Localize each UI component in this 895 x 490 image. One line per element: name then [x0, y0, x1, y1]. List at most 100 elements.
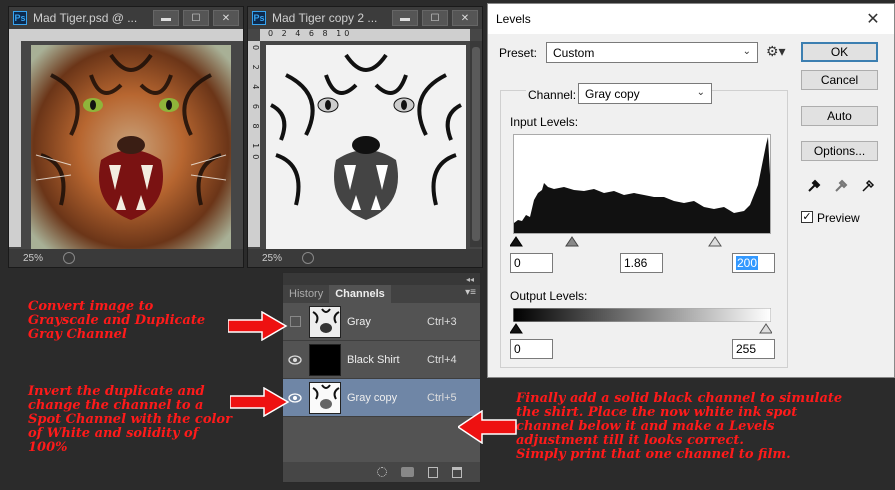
levels-dialog[interactable]: Levels ✕ Preset: Custom ⌄ ⚙▾ OK Cancel A… — [487, 3, 895, 378]
new-channel-icon[interactable] — [428, 466, 438, 478]
dialog-title: Levels — [496, 12, 531, 26]
histogram-area — [514, 137, 770, 233]
arrow-icon — [230, 387, 290, 417]
chevron-down-icon: ⌄ — [742, 46, 751, 57]
channel-thumbnail — [309, 305, 341, 338]
channel-select[interactable]: Gray copy ⌄ — [578, 83, 712, 104]
arrow-icon — [228, 311, 288, 341]
preset-value: Custom — [553, 45, 595, 60]
horizontal-ruler — [9, 29, 243, 41]
preview-label: Preview — [817, 211, 860, 225]
preset-label: Preset: — [499, 46, 538, 60]
collapse-icon[interactable]: ◂◂ — [466, 275, 474, 284]
input-black-field[interactable]: 0 — [510, 253, 553, 273]
tiger-grayscale-image — [266, 45, 466, 250]
histogram — [513, 134, 771, 234]
panel-footer — [283, 462, 480, 482]
vertical-ruler — [9, 41, 21, 247]
channel-label: Channel: — [526, 88, 579, 102]
doc-title: Mad Tiger.psd @ ... — [33, 11, 138, 25]
channel-value: Gray copy — [585, 86, 640, 101]
zoom-level[interactable]: 25% — [262, 253, 282, 264]
channel-row-black-shirt[interactable]: Black Shirt Ctrl+4 — [283, 341, 480, 379]
eyedropper-gray-icon[interactable] — [833, 178, 849, 194]
channel-name: Gray copy — [347, 391, 398, 404]
ok-button[interactable]: OK — [801, 42, 878, 62]
empty-checkbox-icon — [289, 316, 301, 327]
visibility-toggle[interactable] — [285, 350, 305, 370]
auto-button[interactable]: Auto — [801, 106, 878, 126]
annotation-step3: Finally add a solid black channel to sim… — [516, 391, 843, 462]
output-slider-track[interactable] — [510, 322, 772, 334]
panel-tabs: History Channels ▾≡ — [283, 285, 480, 303]
chevron-down-icon: ⌄ — [696, 87, 705, 98]
input-levels-label: Input Levels: — [510, 115, 579, 129]
input-black-slider — [510, 236, 523, 247]
vertical-ruler: 0 2 4 6 8 10 — [248, 41, 260, 247]
save-selection-icon[interactable] — [401, 467, 414, 477]
minimize-button[interactable]: ▬ — [392, 10, 418, 26]
tiger-color-image — [31, 45, 231, 250]
eye-icon — [288, 354, 302, 365]
input-gamma-slider — [565, 236, 579, 247]
input-gamma-field[interactable]: 1.86 — [620, 253, 663, 273]
output-white-field[interactable]: 255 — [732, 339, 775, 359]
doc-titlebar[interactable]: Ps Mad Tiger.psd @ ... ▬ ☐ ✕ — [9, 7, 243, 29]
channel-thumbnail — [309, 381, 341, 414]
preview-checkbox[interactable]: ✓ — [801, 211, 813, 223]
input-white-value: 200 — [736, 256, 759, 270]
input-white-slider — [708, 236, 722, 247]
preset-options-gear-icon[interactable]: ⚙▾ — [766, 43, 786, 60]
panel-menu-icon[interactable]: ▾≡ — [465, 287, 476, 298]
doc-titlebar[interactable]: Ps Mad Tiger copy 2 ... ▬ ☐ ✕ — [248, 7, 482, 29]
output-levels-label: Output Levels: — [510, 289, 588, 303]
trash-icon[interactable] — [452, 466, 462, 478]
maximize-button[interactable]: ☐ — [422, 10, 448, 26]
channels-panel[interactable]: ◂◂ History Channels ▾≡ Gray Ctrl+3 Black… — [282, 272, 481, 483]
annotation-step1: Convert image to Grayscale and Duplicate… — [28, 299, 206, 342]
arrow-icon — [458, 410, 517, 444]
output-gradient — [513, 308, 771, 322]
status-info-icon[interactable] — [302, 252, 315, 264]
minimize-button[interactable]: ▬ — [153, 10, 179, 26]
channel-name: Gray — [347, 315, 371, 328]
doc-title: Mad Tiger copy 2 ... — [272, 11, 378, 25]
options-button[interactable]: Options... — [801, 141, 878, 161]
cancel-button[interactable]: Cancel — [801, 70, 878, 90]
vertical-scrollbar[interactable] — [470, 41, 482, 247]
photoshop-icon: Ps — [252, 11, 266, 25]
status-bar: 25% — [248, 249, 482, 267]
channel-shortcut: Ctrl+3 — [427, 315, 457, 328]
preset-select[interactable]: Custom ⌄ — [546, 42, 758, 63]
input-slider-track[interactable] — [510, 235, 768, 247]
horizontal-ruler: 0 2 4 6 8 10 — [260, 29, 470, 41]
status-info-icon[interactable] — [63, 252, 76, 264]
tab-history[interactable]: History — [283, 285, 329, 303]
document-window-color[interactable]: Ps Mad Tiger.psd @ ... ▬ ☐ ✕ 25% — [8, 6, 244, 268]
annotation-step2: Invert the duplicate and change the chan… — [28, 384, 232, 455]
channel-shortcut: Ctrl+5 — [427, 391, 457, 404]
maximize-button[interactable]: ☐ — [183, 10, 209, 26]
zoom-level[interactable]: 25% — [23, 253, 43, 264]
photoshop-icon: Ps — [13, 11, 27, 25]
input-white-field[interactable]: 200 — [732, 253, 775, 273]
visibility-toggle[interactable] — [285, 312, 305, 332]
panel-header-strip: ◂◂ — [283, 273, 480, 285]
channel-thumbnail — [309, 343, 341, 376]
close-button[interactable]: ✕ — [213, 10, 239, 26]
dialog-titlebar[interactable]: Levels ✕ — [488, 4, 894, 34]
output-white-slider — [759, 323, 772, 334]
eyedropper-black-icon[interactable] — [806, 178, 822, 194]
load-selection-icon[interactable] — [377, 467, 387, 477]
channel-name: Black Shirt — [347, 353, 400, 366]
channel-row-gray-copy[interactable]: Gray copy Ctrl+5 — [283, 379, 480, 417]
tab-channels[interactable]: Channels — [329, 285, 391, 303]
close-button[interactable]: ✕ — [452, 10, 478, 26]
output-black-slider — [510, 323, 523, 334]
eyedropper-white-icon[interactable] — [860, 178, 876, 194]
channel-row-gray[interactable]: Gray Ctrl+3 — [283, 303, 480, 341]
document-window-gray[interactable]: Ps Mad Tiger copy 2 ... ▬ ☐ ✕ 0 2 4 6 8 … — [247, 6, 483, 268]
close-button[interactable]: ✕ — [852, 4, 894, 34]
output-black-field[interactable]: 0 — [510, 339, 553, 359]
scroll-thumb[interactable] — [472, 47, 480, 241]
